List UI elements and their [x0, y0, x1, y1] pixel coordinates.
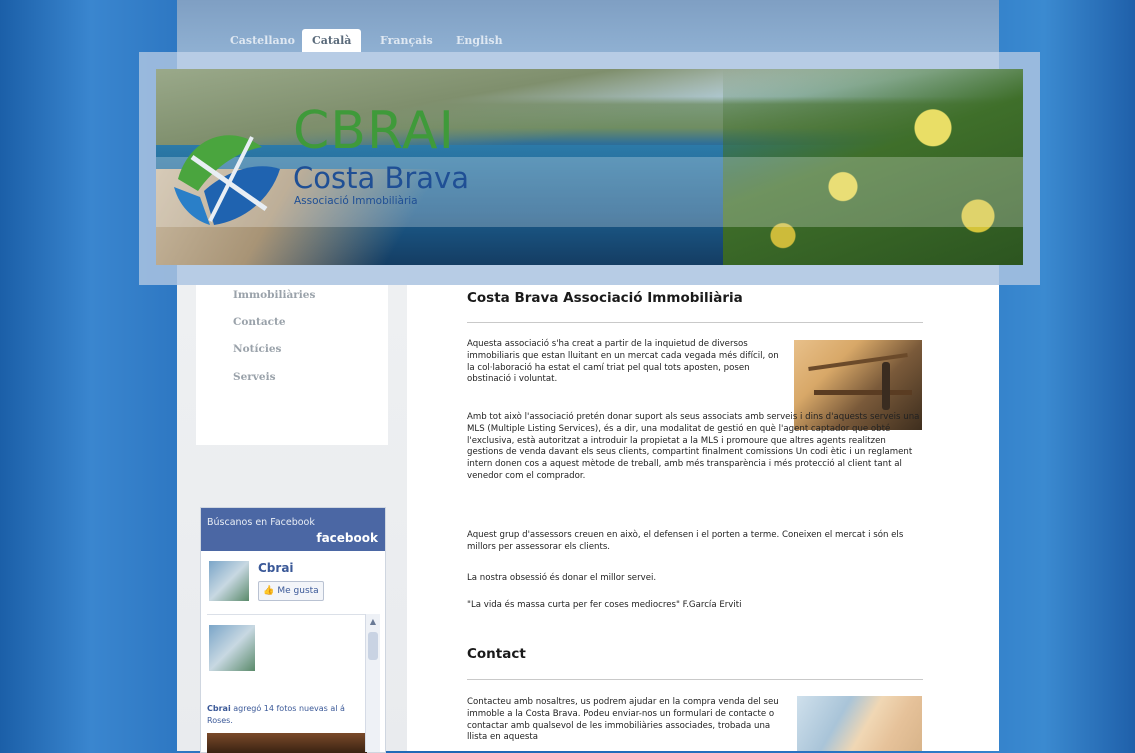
feed-scrollbar[interactable]: ▲ [365, 614, 380, 752]
scroll-thumb[interactable] [368, 632, 378, 660]
lang-english[interactable]: English [446, 29, 513, 52]
thumbs-up-icon: 👍 [263, 586, 275, 596]
facebook-feed[interactable]: Cbrai agregó 14 fotos nuevas al á Roses. [207, 614, 379, 753]
photo-beam [808, 353, 908, 371]
menu-item-contacte[interactable]: Contacte [233, 316, 286, 328]
page-thumbnail-icon[interactable] [209, 561, 249, 601]
menu-item-serveis[interactable]: Serveis [233, 371, 275, 383]
header-banner: CBRAI Costa Brava Associació Immobiliàri… [156, 69, 1023, 265]
like-label: Me gusta [277, 586, 319, 596]
feed-post: Cbrai agregó 14 fotos nuevas al á Roses. [207, 703, 367, 727]
logo-cbrai-text: CBRAI [293, 101, 455, 161]
service-paragraph: La nostra obsessió és donar el millor se… [467, 573, 657, 583]
facebook-header: Búscanos en Facebook facebook [201, 508, 385, 551]
feed-post-author[interactable]: Cbrai [207, 704, 231, 713]
facebook-logo-icon[interactable]: facebook [316, 531, 378, 545]
contact-photo [797, 696, 922, 751]
menu-item-immobiliaries[interactable]: Immobiliàries [233, 289, 315, 301]
quote-paragraph: "La vida és massa curta per fer coses me… [467, 600, 742, 610]
contact-divider [467, 679, 923, 680]
facebook-find-us[interactable]: Búscanos en Facebook [207, 517, 315, 528]
title-divider [467, 322, 923, 323]
intro-paragraph: Aquesta associació s'ha creat a partir d… [467, 339, 779, 385]
lang-castellano[interactable]: Castellano [220, 29, 305, 52]
facebook-page-name[interactable]: Cbrai [258, 561, 294, 575]
cbrai-logo-icon[interactable] [170, 117, 282, 227]
sidebar-menu: Immobiliàries Contacte Notícies Serveis [196, 285, 388, 445]
feed-post-text: agregó 14 fotos nuevas al á [233, 704, 345, 713]
lang-francais[interactable]: Français [370, 29, 443, 52]
scroll-up-icon[interactable]: ▲ [368, 617, 378, 627]
photo-beam [814, 390, 912, 395]
facebook-widget: Búscanos en Facebook facebook Cbrai 👍 Me… [200, 507, 386, 753]
lang-catala[interactable]: Català [302, 29, 362, 52]
banner-glass-strip [156, 157, 1023, 227]
menu-item-noticies[interactable]: Notícies [233, 343, 281, 355]
logo-subtitle: Associació Immobiliària [294, 195, 418, 207]
contact-title: Contact [467, 646, 526, 662]
like-button[interactable]: 👍 Me gusta [258, 581, 324, 601]
feed-avatar-icon[interactable] [209, 625, 255, 671]
feed-post-place[interactable]: Roses. [207, 716, 233, 725]
feed-photo[interactable] [207, 733, 367, 753]
photo-person [882, 362, 890, 410]
logo-costa-brava-text: Costa Brava [293, 161, 469, 195]
page-title: Costa Brava Associació Immobiliària [467, 290, 743, 306]
contact-paragraph: Contacteu amb nosaltres, us podrem ajuda… [467, 697, 779, 743]
mls-paragraph: Amb tot això l'associació pretén donar s… [467, 412, 920, 481]
advisors-paragraph: Aquest grup d'assessors creuen en això, … [467, 530, 904, 552]
